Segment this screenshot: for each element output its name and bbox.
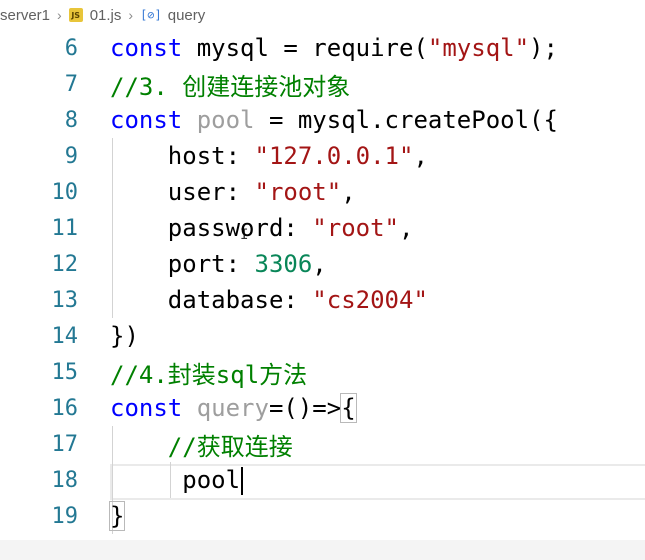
line-number: 6	[64, 35, 78, 61]
code-text: user: "root",	[110, 178, 356, 206]
js-file-icon: JS	[68, 8, 83, 22]
code-token-str: "127.0.0.1"	[254, 142, 414, 170]
code-token-cm: //3. 创建连接池对象	[110, 72, 351, 101]
code-token-code: mysql = require(	[182, 34, 428, 62]
breadcrumb-file-label: 01.js	[89, 6, 122, 24]
code-line[interactable]: 12 port: 3306,	[0, 246, 645, 282]
code-text: }	[108, 501, 126, 531]
code-text: database: "cs2004"	[110, 286, 428, 314]
breadcrumb: server1 › JS 01.js › [⊘] query	[0, 0, 645, 30]
code-token-code: = mysql.createPool({	[254, 106, 558, 134]
code-token-str: "root"	[312, 214, 399, 242]
code-text: pool	[110, 465, 244, 495]
code-text: //获取连接	[110, 427, 293, 462]
code-text: //3. 创建连接池对象	[110, 67, 350, 102]
code-token-faded: pool	[196, 106, 255, 134]
code-token-code	[182, 106, 196, 134]
chevron-right-icon: ›	[128, 7, 134, 23]
matched-bracket: }	[108, 501, 126, 531]
code-token-code: database:	[110, 286, 313, 314]
breadcrumb-folder-label: server1	[0, 6, 51, 24]
code-token-cm: //获取连接	[110, 432, 293, 461]
text-cursor	[241, 466, 244, 495]
code-text: port: 3306,	[110, 250, 327, 278]
code-line[interactable]: 16 const query=()=>{	[0, 390, 645, 426]
breadcrumb-folder[interactable]: server1	[0, 7, 50, 24]
code-text: //4.封装sql方法	[110, 355, 307, 390]
code-token-str: "root"	[254, 178, 342, 206]
line-number: 18	[51, 467, 79, 493]
code-token-kw: const	[110, 106, 183, 134]
line-number: 11	[51, 215, 79, 241]
code-line[interactable]: 15 //4.封装sql方法	[0, 354, 645, 390]
code-token-code: port:	[110, 250, 255, 278]
code-token-code: })	[110, 322, 139, 350]
line-number: 15	[51, 359, 79, 385]
code-line[interactable]: 13 database: "cs2004"	[0, 282, 645, 318]
breadcrumb-file[interactable]: JS 01.js	[68, 6, 122, 24]
code-token-kw: const	[110, 34, 183, 62]
code-token-code: ,	[413, 142, 428, 170]
chevron-right-icon: ›	[57, 7, 62, 23]
breadcrumb-symbol[interactable]: [⊘] query	[140, 7, 205, 24]
code-line[interactable]: 7 //3. 创建连接池对象	[0, 66, 645, 102]
editor-bottom-edge	[0, 540, 645, 560]
code-text: })	[110, 322, 139, 350]
code-token-code	[182, 394, 196, 422]
line-number: 9	[64, 143, 78, 169]
line-number: 19	[51, 503, 79, 529]
variable-symbol-icon: [⊘]	[140, 8, 162, 22]
code-line[interactable]: 11 password: "root",	[0, 210, 645, 246]
line-number: 13	[51, 287, 79, 313]
code-editor[interactable]: I 6 const mysql = require("mysql"); 7//3. …	[0, 30, 645, 560]
code-line[interactable]: 9 host: "127.0.0.1",	[0, 138, 645, 174]
code-line[interactable]: 6 const mysql = require("mysql");	[0, 30, 645, 66]
code-token-code: host:	[110, 142, 255, 170]
code-token-code: ,	[399, 214, 414, 242]
line-number: 10	[51, 179, 79, 205]
code-token-kw: const	[110, 394, 183, 422]
code-token-code: password:	[110, 214, 313, 242]
code-line[interactable]: 19}	[0, 498, 645, 534]
code-token-cm: //4.封装sql方法	[110, 360, 308, 389]
code-token-code: =()=>	[268, 394, 342, 422]
line-number: 8	[64, 107, 78, 133]
code-token-str: "cs2004"	[312, 286, 428, 314]
code-token-code: );	[529, 34, 558, 62]
line-number: 12	[51, 251, 79, 277]
line-number: 17	[51, 431, 79, 457]
code-token-code: ,	[341, 178, 356, 206]
code-text: host: "127.0.0.1",	[110, 142, 428, 170]
code-token-num: 3306	[254, 250, 313, 278]
line-number: 14	[51, 323, 79, 349]
matched-bracket: {	[340, 393, 357, 423]
code-line[interactable]: 10 user: "root",	[0, 174, 645, 210]
code-text: password: "root",	[110, 214, 414, 242]
line-number: 16	[51, 395, 79, 421]
code-line[interactable]: 14})	[0, 318, 645, 354]
code-token-code: user:	[110, 178, 255, 206]
code-token-code: pool	[110, 465, 241, 494]
code-token-faded: query	[196, 394, 269, 422]
code-text: const pool = mysql.createPool({	[110, 106, 558, 134]
code-text: const query=()=>{	[110, 393, 357, 423]
line-number: 7	[64, 71, 78, 97]
code-line[interactable]: 17 //获取连接	[0, 426, 645, 462]
code-token-str: "mysql"	[427, 34, 530, 62]
code-line[interactable]: 8 const pool = mysql.createPool({	[0, 102, 645, 138]
breadcrumb-symbol-label: query	[167, 6, 206, 24]
code-token-code: ,	[312, 250, 327, 278]
code-text: const mysql = require("mysql");	[110, 34, 558, 62]
code-line[interactable]: 18 pool	[0, 462, 645, 498]
